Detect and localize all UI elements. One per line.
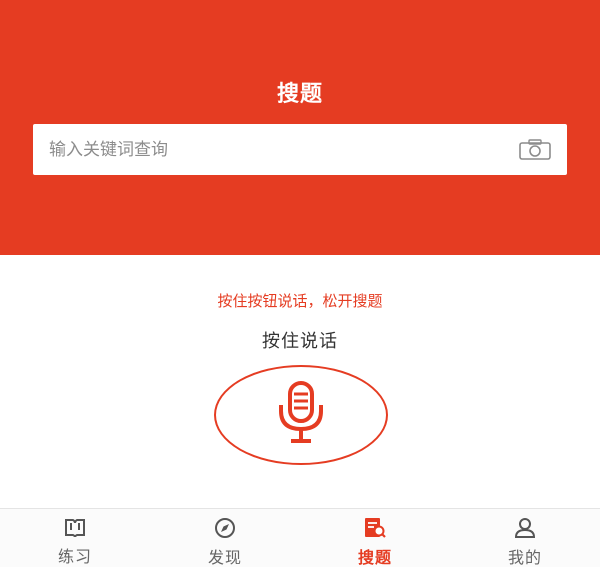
microphone-icon xyxy=(279,381,323,443)
camera-button[interactable] xyxy=(517,137,553,163)
user-icon xyxy=(514,518,536,538)
tab-label: 我的 xyxy=(507,548,542,567)
page-title: 搜题 xyxy=(276,82,323,107)
search-box[interactable] xyxy=(33,124,567,175)
voice-hint: 按住按钮说话，松开搜题 xyxy=(217,292,383,310)
tab-discover[interactable]: 发现 xyxy=(150,509,300,567)
book-icon xyxy=(65,518,85,537)
tab-label: 搜题 xyxy=(357,548,392,567)
tab-label: 练习 xyxy=(57,547,92,566)
header-bar: 搜题 xyxy=(0,0,600,255)
press-to-talk-label: 按住说话 xyxy=(262,331,338,352)
tab-label: 发现 xyxy=(207,548,242,567)
tab-search-question[interactable]: 搜题 xyxy=(300,509,450,567)
tab-mine[interactable]: 我的 xyxy=(450,509,600,567)
tab-practice[interactable]: 练习 xyxy=(0,509,150,567)
search-doc-icon xyxy=(365,518,386,538)
camera-icon xyxy=(519,139,551,160)
press-to-talk-button[interactable] xyxy=(214,365,388,465)
bottom-tab-bar: 练习 发现 搜题 我的 xyxy=(0,508,600,567)
search-input[interactable] xyxy=(49,124,499,175)
compass-icon xyxy=(215,518,235,538)
